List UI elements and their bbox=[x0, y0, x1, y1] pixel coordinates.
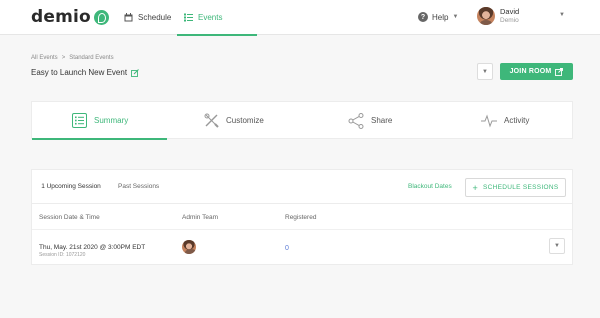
top-navbar: demio Schedule Events ? Help ▼ David Dem… bbox=[0, 0, 600, 36]
column-header-date: Session Date & Time bbox=[39, 214, 100, 221]
list-icon bbox=[72, 113, 87, 128]
join-room-label: JOIN ROOM bbox=[509, 68, 552, 75]
schedule-sessions-label: SCHEDULE SESSIONS bbox=[483, 184, 559, 191]
tab-activity-label: Activity bbox=[504, 116, 530, 125]
help-icon: ? bbox=[418, 12, 428, 22]
plus-icon: + bbox=[472, 182, 478, 193]
event-options-dropdown[interactable]: ▼ bbox=[477, 63, 493, 80]
breadcrumb: All Events > Standard Events bbox=[31, 55, 114, 61]
chevron-down-icon: ▼ bbox=[554, 243, 560, 249]
breadcrumb-all-events[interactable]: All Events bbox=[31, 55, 58, 61]
session-options-dropdown[interactable]: ▼ bbox=[549, 238, 565, 254]
blackout-dates-link[interactable]: Blackout Dates bbox=[408, 183, 452, 190]
pulse-icon bbox=[481, 113, 497, 128]
page-title: Easy to Launch New Event bbox=[31, 68, 139, 77]
registered-count[interactable]: 0 bbox=[285, 245, 289, 252]
tab-upcoming-sessions[interactable]: 1 Upcoming Session bbox=[32, 170, 111, 204]
session-id: Session ID: 1072120 bbox=[39, 252, 86, 258]
tab-customize-label: Customize bbox=[226, 116, 264, 125]
tab-summary[interactable]: Summary bbox=[32, 102, 167, 140]
logo-mark-icon bbox=[93, 9, 109, 25]
nav-schedule-label: Schedule bbox=[138, 13, 172, 22]
user-menu-chevron-icon[interactable]: ▼ bbox=[559, 12, 565, 18]
session-date: Thu, May. 21st 2020 @ 3:00PM EDT bbox=[39, 244, 146, 251]
demio-logo[interactable]: demio bbox=[31, 7, 109, 27]
sessions-panel: 1 Upcoming Session Past Sessions Blackou… bbox=[31, 169, 573, 265]
wrench-pencil-icon bbox=[204, 113, 219, 128]
edit-icon[interactable] bbox=[131, 68, 139, 77]
event-title: Easy to Launch New Event bbox=[31, 68, 128, 77]
divider bbox=[32, 229, 572, 230]
user-organization: Demio bbox=[500, 17, 519, 24]
tab-share[interactable]: Share bbox=[348, 102, 392, 139]
nav-events[interactable]: Events bbox=[177, 0, 257, 36]
list-icon bbox=[184, 13, 193, 22]
user-avatar[interactable] bbox=[477, 7, 495, 25]
tab-past-sessions[interactable]: Past Sessions bbox=[118, 170, 159, 203]
tab-activity[interactable]: Activity bbox=[481, 102, 529, 139]
help-label: Help bbox=[432, 12, 449, 22]
schedule-sessions-button[interactable]: + SCHEDULE SESSIONS bbox=[465, 178, 566, 197]
event-tabs: Summary Customize Share Activity bbox=[31, 101, 573, 140]
calendar-icon bbox=[124, 13, 133, 22]
user-name: David bbox=[500, 7, 520, 16]
share-icon bbox=[348, 112, 364, 129]
tab-customize[interactable]: Customize bbox=[204, 102, 264, 139]
chevron-down-icon: ▼ bbox=[482, 68, 488, 75]
logo-text: demio bbox=[31, 7, 91, 27]
column-header-admin: Admin Team bbox=[182, 214, 219, 221]
breadcrumb-standard-events[interactable]: Standard Events bbox=[69, 55, 113, 61]
breadcrumb-separator: > bbox=[61, 55, 66, 61]
external-link-icon bbox=[555, 67, 564, 76]
admin-avatar bbox=[182, 240, 196, 254]
help-menu[interactable]: ? Help ▼ bbox=[418, 10, 458, 24]
nav-schedule[interactable]: Schedule bbox=[124, 0, 171, 35]
join-room-button[interactable]: JOIN ROOM bbox=[500, 63, 573, 80]
divider bbox=[32, 203, 572, 204]
tab-summary-label: Summary bbox=[94, 116, 129, 125]
nav-events-label: Events bbox=[198, 13, 223, 22]
chevron-down-icon: ▼ bbox=[452, 14, 459, 20]
column-header-registered: Registered bbox=[285, 214, 317, 221]
tab-share-label: Share bbox=[371, 116, 393, 125]
